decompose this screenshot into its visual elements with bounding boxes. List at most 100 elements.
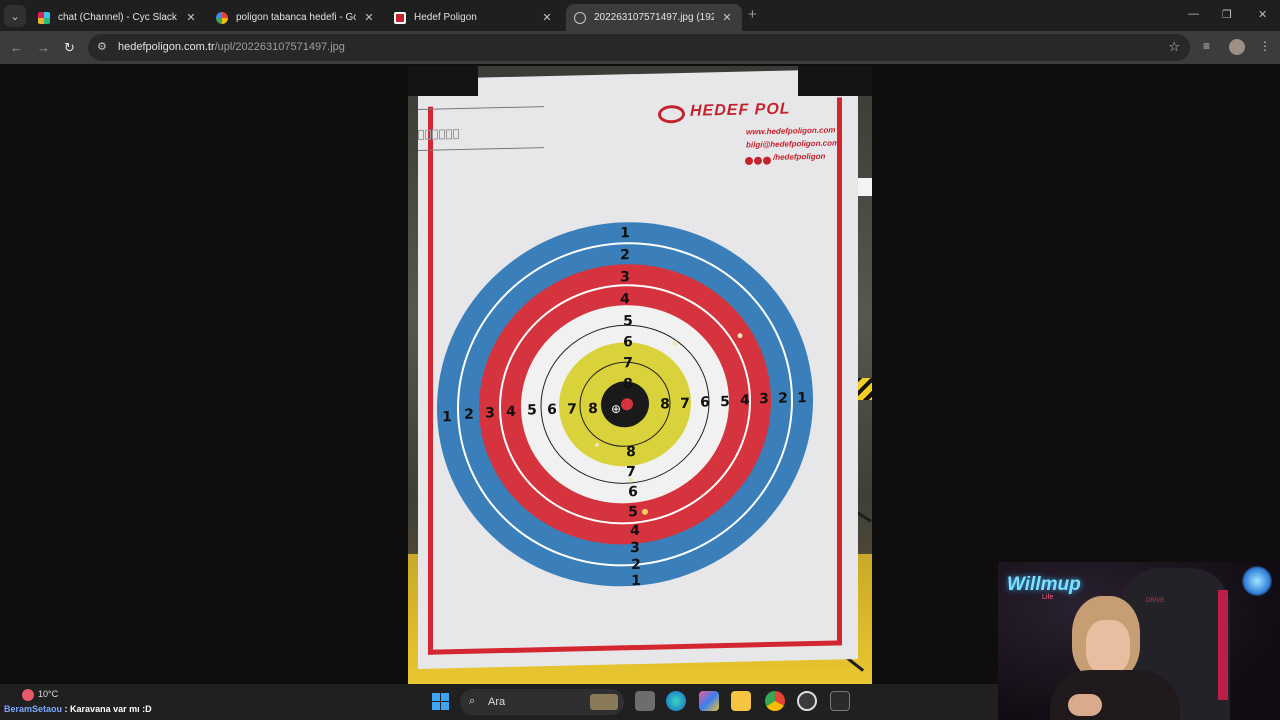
webcam-overlay: DRIVE Willmup Life bbox=[998, 562, 1280, 720]
svg-text:1: 1 bbox=[620, 225, 630, 241]
svg-text:8: 8 bbox=[623, 376, 633, 392]
site-info-icon[interactable]: ⚙ bbox=[97, 40, 107, 53]
tab-label: chat (Channel) - Cyc Slack - Sla bbox=[58, 12, 178, 23]
profile-avatar[interactable] bbox=[1229, 39, 1245, 55]
tab-strip: ⌄ chat (Channel) - Cyc Slack - Sla ✕ pol… bbox=[0, 0, 1280, 31]
file-explorer-icon[interactable] bbox=[731, 691, 751, 711]
svg-text:7: 7 bbox=[626, 464, 636, 480]
tab-image[interactable]: 202263107571497.jpg (1920×2 ✕ bbox=[566, 4, 742, 31]
globe-icon bbox=[574, 11, 586, 24]
svg-text:1: 1 bbox=[797, 390, 807, 406]
svg-text:5: 5 bbox=[720, 394, 730, 410]
svg-text:3: 3 bbox=[620, 269, 630, 285]
neon-sign: Willmup bbox=[1007, 574, 1081, 595]
zoom-cursor-icon[interactable]: ⊕ bbox=[611, 402, 621, 416]
tab-search-button[interactable]: ⌄ bbox=[4, 5, 26, 27]
svg-text:3: 3 bbox=[759, 391, 769, 407]
new-tab-button[interactable]: + bbox=[748, 6, 757, 23]
target-photo: HEDEF POL www.hedefpoligon.com bilgi@hed… bbox=[408, 66, 872, 684]
svg-text:8: 8 bbox=[660, 396, 670, 412]
close-icon[interactable]: ✕ bbox=[540, 11, 554, 24]
ceiling-light bbox=[856, 178, 872, 196]
obs-icon[interactable] bbox=[797, 691, 817, 711]
google-icon bbox=[216, 11, 228, 24]
streamer-hand bbox=[1068, 694, 1102, 716]
social-icons bbox=[745, 152, 771, 165]
minimize-icon[interactable]: — bbox=[1188, 8, 1199, 20]
brand-name: HEDEF POL bbox=[690, 100, 791, 120]
terminal-icon[interactable] bbox=[830, 691, 850, 711]
svg-text:6: 6 bbox=[628, 484, 638, 500]
close-icon[interactable]: ✕ bbox=[362, 11, 376, 24]
browser-toolbar: ← → ↻ ⚙ hedefpoligon.com.tr/upl/20226310… bbox=[0, 31, 1280, 64]
svg-text:4: 4 bbox=[740, 392, 750, 408]
slack-icon bbox=[38, 11, 50, 24]
svg-text:5: 5 bbox=[527, 402, 537, 418]
brand-social: /hedefpoligon bbox=[773, 151, 826, 162]
menu-icon[interactable]: ⋮ bbox=[1259, 39, 1271, 53]
hedef-poligon-icon bbox=[394, 11, 406, 24]
search-placeholder: Ara bbox=[488, 696, 506, 708]
close-window-icon[interactable]: ✕ bbox=[1258, 8, 1267, 21]
score-table bbox=[418, 106, 544, 151]
edge-icon[interactable] bbox=[666, 691, 686, 711]
stream-chat-line: BeramSetaou : Karavana var mı :D bbox=[4, 704, 152, 714]
target-clip bbox=[798, 66, 872, 96]
streamer-body bbox=[1050, 670, 1180, 720]
tab-slack[interactable]: chat (Channel) - Cyc Slack - Sla ✕ bbox=[30, 4, 206, 31]
svg-text:6: 6 bbox=[547, 402, 557, 418]
tab-label: poligon tabanca hedefi - Googl bbox=[236, 12, 356, 23]
target-paper: HEDEF POL www.hedefpoligon.com bilgi@hed… bbox=[418, 69, 858, 669]
svg-text:2: 2 bbox=[620, 247, 630, 263]
taskbar-search[interactable]: ⌕ Ara bbox=[460, 689, 624, 715]
chevron-down-icon: ⌄ bbox=[10, 10, 20, 23]
svg-text:8: 8 bbox=[588, 401, 598, 417]
svg-text:5: 5 bbox=[628, 504, 638, 520]
tab-google[interactable]: poligon tabanca hedefi - Googl ✕ bbox=[208, 4, 384, 31]
svg-text:3: 3 bbox=[630, 540, 640, 556]
bookmark-star-icon[interactable]: ☆ bbox=[1168, 39, 1180, 55]
svg-text:7: 7 bbox=[680, 396, 690, 412]
search-icon: ⌕ bbox=[469, 695, 476, 707]
svg-text:7: 7 bbox=[567, 401, 577, 417]
close-icon[interactable]: ✕ bbox=[720, 11, 734, 24]
lamp-light bbox=[1242, 566, 1272, 596]
svg-text:4: 4 bbox=[506, 404, 516, 420]
svg-text:5: 5 bbox=[623, 313, 633, 329]
tab-label: Hedef Poligon bbox=[414, 12, 477, 23]
svg-text:3: 3 bbox=[485, 405, 495, 421]
reload-icon[interactable]: ↻ bbox=[64, 40, 75, 56]
tab-hedef-poligon[interactable]: Hedef Poligon ✕ bbox=[386, 4, 562, 31]
streamer-face bbox=[1086, 620, 1130, 674]
svg-text:1: 1 bbox=[442, 409, 452, 425]
tab-label: 202263107571497.jpg (1920×2 bbox=[594, 12, 714, 23]
target-clip bbox=[408, 66, 478, 96]
address-bar[interactable]: ⚙ hedefpoligon.com.tr/upl/20226310757149… bbox=[88, 34, 1190, 61]
copilot-icon[interactable] bbox=[699, 691, 719, 711]
svg-text:6: 6 bbox=[700, 394, 710, 410]
svg-text:7: 7 bbox=[623, 355, 633, 371]
weather-icon[interactable] bbox=[22, 689, 34, 701]
neon-sign-sub: Life bbox=[1042, 594, 1054, 601]
svg-text:4: 4 bbox=[630, 523, 640, 539]
media-control-icon[interactable]: ≡ bbox=[1203, 39, 1210, 53]
restore-icon[interactable]: ❐ bbox=[1222, 8, 1232, 21]
svg-text:8: 8 bbox=[626, 444, 636, 460]
bullseye-target: 1 2 3 4 5 6 7 8 8 7 6 5 4 3 2 1 1 2 3 4 … bbox=[435, 218, 815, 591]
back-icon[interactable]: ← bbox=[10, 40, 23, 55]
url-text[interactable]: hedefpoligon.com.tr/upl/202263107571497.… bbox=[118, 41, 345, 53]
svg-text:2: 2 bbox=[778, 391, 788, 407]
weather-temp[interactable]: 10°C bbox=[38, 689, 58, 699]
svg-text:4: 4 bbox=[620, 291, 630, 307]
chair-logo: DRIVE bbox=[1146, 598, 1165, 604]
close-icon[interactable]: ✕ bbox=[184, 11, 198, 24]
task-view-icon[interactable] bbox=[635, 691, 655, 711]
svg-text:2: 2 bbox=[631, 557, 641, 573]
svg-text:2: 2 bbox=[464, 407, 474, 423]
led-strip bbox=[1218, 590, 1228, 700]
chrome-icon[interactable] bbox=[765, 691, 785, 711]
forward-icon[interactable]: → bbox=[37, 40, 50, 55]
windows-start-icon[interactable] bbox=[432, 693, 449, 710]
svg-text:6: 6 bbox=[623, 334, 633, 350]
search-highlight-image bbox=[590, 694, 618, 710]
